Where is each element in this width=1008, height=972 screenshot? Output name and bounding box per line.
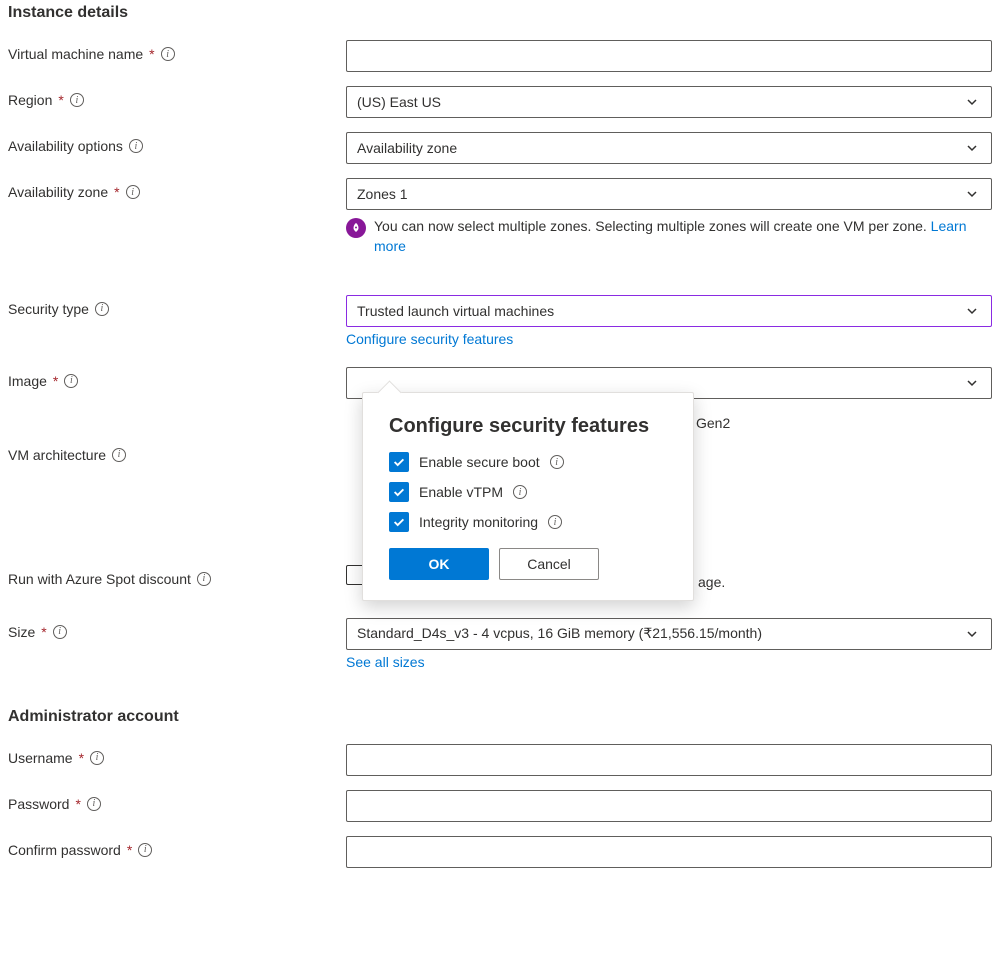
- info-icon[interactable]: i: [87, 797, 101, 811]
- info-icon[interactable]: i: [548, 515, 562, 529]
- cancel-button[interactable]: Cancel: [499, 548, 599, 580]
- popover-title: Configure security features: [389, 415, 667, 438]
- size-value: Standard_D4s_v3 - 4 vcpus, 16 GiB memory…: [357, 625, 762, 642]
- security-type-label: Security type: [8, 301, 89, 317]
- region-select[interactable]: (US) East US: [346, 86, 992, 118]
- row-region: Region * i (US) East US: [8, 86, 1000, 118]
- size-select[interactable]: Standard_D4s_v3 - 4 vcpus, 16 GiB memory…: [346, 618, 992, 650]
- spot-discount-label: Run with Azure Spot discount: [8, 571, 191, 587]
- required-asterisk: *: [75, 796, 80, 812]
- info-icon[interactable]: i: [550, 455, 564, 469]
- required-asterisk: *: [41, 624, 46, 640]
- size-label: Size: [8, 624, 35, 640]
- chevron-down-icon: [963, 374, 981, 392]
- vm-architecture-label: VM architecture: [8, 447, 106, 463]
- row-username: Username * i: [8, 744, 1000, 776]
- secure-boot-label: Enable secure boot: [419, 454, 540, 470]
- info-icon[interactable]: i: [112, 448, 126, 462]
- section-admin-account: Administrator account: [8, 708, 1000, 726]
- required-asterisk: *: [79, 750, 84, 766]
- vm-name-input[interactable]: [346, 40, 992, 72]
- availability-zone-value: Zones 1: [357, 186, 408, 202]
- chevron-down-icon: [963, 185, 981, 203]
- chevron-down-icon: [963, 93, 981, 111]
- region-label: Region: [8, 92, 52, 108]
- configure-security-popover: Configure security features Enable secur…: [362, 392, 694, 601]
- required-asterisk: *: [53, 373, 58, 389]
- required-asterisk: *: [127, 842, 132, 858]
- info-icon[interactable]: i: [138, 843, 152, 857]
- region-value: (US) East US: [357, 94, 441, 110]
- vm-name-label: Virtual machine name: [8, 46, 143, 62]
- availability-zone-select[interactable]: Zones 1: [346, 178, 992, 210]
- info-icon[interactable]: i: [95, 302, 109, 316]
- availability-options-select[interactable]: Availability zone: [346, 132, 992, 164]
- security-type-value: Trusted launch virtual machines: [357, 303, 554, 319]
- info-icon[interactable]: i: [513, 485, 527, 499]
- row-security-type: Security type i Trusted launch virtual m…: [8, 295, 1000, 347]
- rocket-icon: [346, 218, 366, 238]
- username-label: Username: [8, 750, 73, 766]
- integrity-monitoring-label: Integrity monitoring: [419, 514, 538, 530]
- zone-note-text: You can now select multiple zones. Selec…: [374, 216, 992, 257]
- row-size: Size * i Standard_D4s_v3 - 4 vcpus, 16 G…: [8, 618, 1000, 670]
- section-instance-details: Instance details: [8, 4, 1000, 22]
- row-confirm-password: Confirm password * i: [8, 836, 1000, 868]
- info-icon[interactable]: i: [129, 139, 143, 153]
- chevron-down-icon: [963, 625, 981, 643]
- required-asterisk: *: [149, 46, 154, 62]
- required-asterisk: *: [114, 184, 119, 200]
- info-icon[interactable]: i: [90, 751, 104, 765]
- vtpm-label: Enable vTPM: [419, 484, 503, 500]
- image-label: Image: [8, 373, 47, 389]
- image-value-fragment: Gen2: [696, 415, 730, 431]
- chevron-down-icon: [963, 302, 981, 320]
- confirm-password-input[interactable]: [346, 836, 992, 868]
- password-label: Password: [8, 796, 69, 812]
- info-icon[interactable]: i: [64, 374, 78, 388]
- availability-options-value: Availability zone: [357, 140, 457, 156]
- required-asterisk: *: [58, 92, 63, 108]
- confirm-password-label: Confirm password: [8, 842, 121, 858]
- secure-boot-checkbox[interactable]: [389, 452, 409, 472]
- row-availability-options: Availability options i Availability zone: [8, 132, 1000, 164]
- architecture-note-fragment: age.: [698, 574, 725, 590]
- security-type-select[interactable]: Trusted launch virtual machines: [346, 295, 992, 327]
- integrity-monitoring-checkbox[interactable]: [389, 512, 409, 532]
- vtpm-checkbox[interactable]: [389, 482, 409, 502]
- availability-zone-label: Availability zone: [8, 184, 108, 200]
- username-input[interactable]: [346, 744, 992, 776]
- row-password: Password * i: [8, 790, 1000, 822]
- info-icon[interactable]: i: [53, 625, 67, 639]
- availability-options-label: Availability options: [8, 138, 123, 154]
- password-input[interactable]: [346, 790, 992, 822]
- row-availability-zone: Availability zone * i Zones 1 You can no…: [8, 178, 1000, 257]
- info-icon[interactable]: i: [70, 93, 84, 107]
- chevron-down-icon: [963, 139, 981, 157]
- ok-button[interactable]: OK: [389, 548, 489, 580]
- info-icon[interactable]: i: [126, 185, 140, 199]
- info-icon[interactable]: i: [197, 572, 211, 586]
- info-icon[interactable]: i: [161, 47, 175, 61]
- row-vm-name: Virtual machine name * i: [8, 40, 1000, 72]
- see-all-sizes-link[interactable]: See all sizes: [346, 654, 425, 670]
- configure-security-link[interactable]: Configure security features: [346, 331, 513, 347]
